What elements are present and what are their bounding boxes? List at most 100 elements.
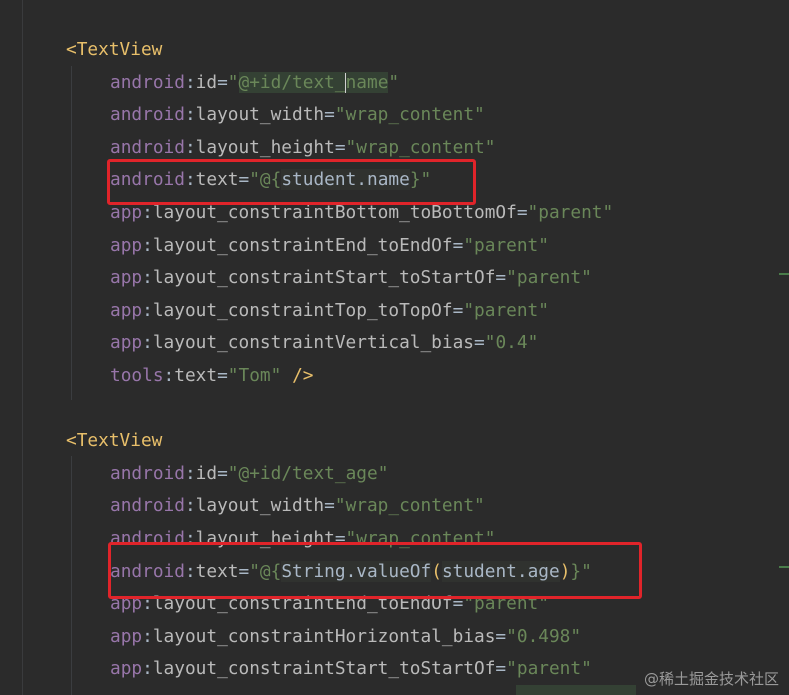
attr-equals: = bbox=[324, 104, 335, 126]
attr-quote-open: " bbox=[506, 625, 517, 647]
attr-value: 0.498 bbox=[516, 625, 571, 647]
attr-equals: = bbox=[334, 136, 346, 158]
attr-colon: : bbox=[142, 332, 153, 354]
attr-name: layout_constraintStart_toStartOf bbox=[152, 267, 496, 289]
code-line-attribute[interactable]: app:layout_constraintStart_toStartOf="pa… bbox=[110, 655, 592, 683]
attr-namespace: app bbox=[110, 332, 143, 354]
attr-equals: = bbox=[217, 365, 228, 386]
attr-name: layout_width bbox=[195, 495, 325, 517]
code-line-attribute[interactable]: android:layout_width="wrap_content" bbox=[110, 101, 485, 129]
attr-quote-open: " bbox=[334, 104, 346, 126]
attr-colon: : bbox=[184, 495, 196, 517]
attr-quote-open: " bbox=[345, 136, 357, 158]
attr-value: parent bbox=[538, 202, 603, 223]
attr-equals: = bbox=[495, 625, 507, 647]
attr-name: id bbox=[195, 71, 218, 93]
change-marker bbox=[779, 566, 789, 568]
code-line-attribute[interactable]: app:layout_constraintTop_toTopOf="parent… bbox=[110, 297, 549, 325]
attr-namespace: app bbox=[110, 299, 143, 321]
attr-quote-close: " bbox=[581, 658, 592, 680]
attr-name: id bbox=[195, 462, 218, 484]
attr-value: wrap_content bbox=[356, 136, 485, 158]
attr-quote-open: " bbox=[334, 495, 346, 517]
attr-colon: : bbox=[163, 365, 175, 386]
attr-colon: : bbox=[184, 462, 196, 484]
code-line-attribute[interactable]: android:id="@+id/text_age" bbox=[110, 460, 388, 488]
code-line-attribute[interactable]: app:layout_constraintStart_toStartOf="pa… bbox=[110, 264, 592, 292]
attr-quote-open: " bbox=[227, 365, 239, 386]
attr-namespace: app bbox=[110, 234, 143, 256]
attr-colon: : bbox=[142, 202, 153, 223]
attr-equals: = bbox=[324, 495, 335, 517]
attr-quote-close: " bbox=[581, 267, 592, 289]
attr-namespace: tools bbox=[110, 365, 164, 386]
attr-namespace: android bbox=[110, 495, 185, 517]
attr-colon: : bbox=[142, 658, 153, 680]
code-line-attribute[interactable]: android:layout_width="wrap_content" bbox=[110, 492, 485, 520]
attr-name: text bbox=[174, 365, 218, 386]
tag-open-bracket: < bbox=[66, 430, 77, 452]
attr-namespace: app bbox=[110, 625, 143, 647]
attr-value: wrap_content bbox=[345, 495, 475, 517]
attr-quote-open: " bbox=[227, 462, 239, 484]
attr-value: 0.4 bbox=[495, 332, 528, 354]
code-line-attribute[interactable]: tools:text="Tom" /> bbox=[110, 362, 313, 390]
change-marker bbox=[779, 273, 789, 275]
indent-guide bbox=[71, 456, 72, 695]
tag-name: TextView bbox=[76, 430, 163, 452]
tag-name: TextView bbox=[76, 39, 163, 60]
attr-value: parent bbox=[474, 299, 539, 321]
attr-colon: : bbox=[184, 104, 196, 126]
attr-equals: = bbox=[516, 202, 528, 223]
attr-value: Tom bbox=[238, 365, 271, 386]
highlight-box-text-name bbox=[107, 159, 476, 205]
attr-equals: = bbox=[495, 267, 507, 289]
attr-namespace: android bbox=[110, 136, 185, 158]
attr-name: layout_constraintTop_toTopOf bbox=[152, 299, 453, 321]
attr-quote-close: " bbox=[570, 625, 582, 647]
attr-quote-close: " bbox=[602, 202, 614, 223]
attr-name: layout_constraintStart_toStartOf bbox=[152, 658, 496, 680]
attr-quote-open: " bbox=[463, 234, 475, 256]
attr-equals: = bbox=[452, 299, 464, 321]
editor-gutter[interactable] bbox=[0, 0, 22, 695]
tag-self-close: /> bbox=[281, 365, 314, 386]
attr-quote-open: " bbox=[506, 267, 517, 289]
attr-name: layout_constraintBottom_toBottomOf bbox=[152, 202, 517, 223]
attr-colon: : bbox=[142, 267, 153, 289]
attr-colon: : bbox=[184, 71, 196, 93]
attr-colon: : bbox=[184, 136, 196, 158]
code-line-attribute[interactable]: app:layout_constraintHorizontal_bias="0.… bbox=[110, 623, 581, 651]
attr-colon: : bbox=[142, 625, 153, 647]
attr-quote-close: " bbox=[270, 365, 282, 386]
code-line-tag[interactable]: <TextView bbox=[66, 427, 162, 455]
attr-namespace: app bbox=[110, 202, 143, 223]
attr-value: @+id/text_ bbox=[238, 71, 346, 93]
attr-value: name bbox=[345, 71, 389, 93]
code-line-tag[interactable]: <TextView bbox=[66, 36, 162, 64]
watermark: @稀土掘金技术社区 bbox=[643, 670, 779, 688]
code-editor[interactable]: <TextView android:id="@+id/text_name" andr… bbox=[0, 0, 789, 695]
code-line-attribute[interactable]: app:layout_constraintEnd_toEndOf="parent… bbox=[110, 232, 549, 260]
attr-quote-open: " bbox=[227, 71, 239, 93]
attr-quote-open: " bbox=[463, 299, 475, 321]
code-line-attribute[interactable]: app:layout_constraintVertical_bias="0.4" bbox=[110, 329, 538, 357]
attr-value: parent bbox=[516, 658, 582, 680]
attr-value: parent bbox=[516, 267, 582, 289]
selection-highlight bbox=[516, 685, 636, 695]
code-line-attribute[interactable]: android:layout_height="wrap_content" bbox=[110, 134, 495, 162]
attr-name: layout_width bbox=[195, 104, 325, 126]
attr-value: parent bbox=[474, 234, 539, 256]
attr-quote-close: " bbox=[538, 299, 549, 321]
attr-namespace: android bbox=[110, 462, 185, 484]
attr-equals: = bbox=[217, 71, 228, 93]
attr-name: layout_constraintEnd_toEndOf bbox=[152, 234, 453, 256]
attr-namespace: app bbox=[110, 658, 143, 680]
indent-guide bbox=[71, 66, 72, 400]
attr-name: layout_height bbox=[195, 136, 335, 158]
attr-quote-close: " bbox=[474, 104, 485, 126]
attr-namespace: android bbox=[110, 104, 185, 126]
gutter-divider bbox=[22, 0, 23, 695]
attr-quote-close: " bbox=[538, 234, 549, 256]
code-line-attribute[interactable]: android:id="@+id/text_name" bbox=[110, 69, 399, 97]
